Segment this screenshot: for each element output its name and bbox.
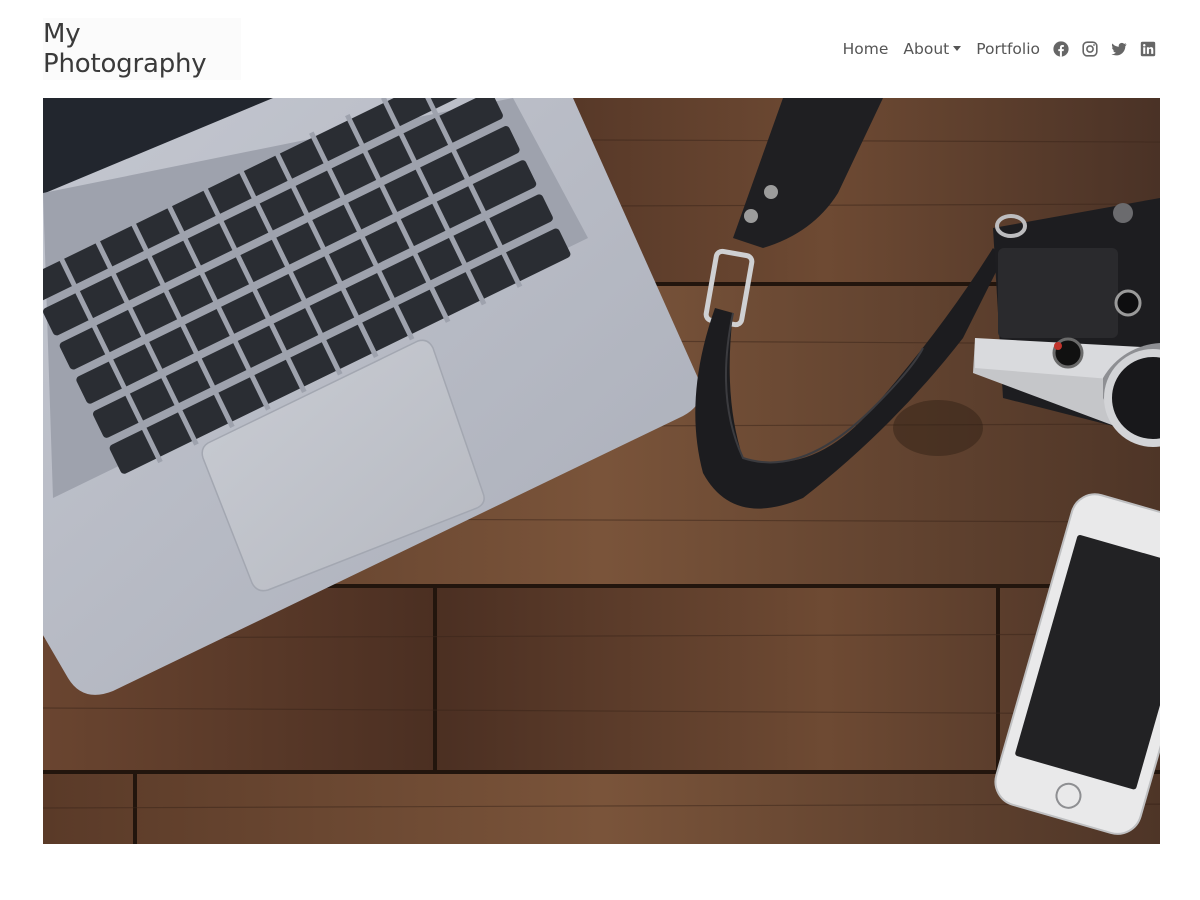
hero-photo-laptop-camera-phone bbox=[43, 98, 1160, 844]
nav-home-label: Home bbox=[842, 40, 889, 58]
hero-image bbox=[43, 98, 1160, 844]
instagram-link[interactable] bbox=[1082, 41, 1098, 57]
caret-down-icon bbox=[953, 46, 962, 51]
nav-home-link[interactable]: Home bbox=[843, 40, 889, 58]
facebook-link[interactable] bbox=[1053, 41, 1069, 57]
twitter-icon bbox=[1111, 42, 1127, 56]
twitter-link[interactable] bbox=[1111, 41, 1127, 57]
nav-about-dropdown[interactable]: About bbox=[903, 40, 962, 58]
instagram-icon bbox=[1082, 41, 1098, 57]
navbar: My Photography Home About Portfolio bbox=[0, 0, 1200, 98]
nav-portfolio-label: Portfolio bbox=[976, 40, 1040, 58]
main-nav: Home About Portfolio bbox=[843, 36, 1156, 62]
facebook-icon bbox=[1053, 41, 1069, 57]
linkedin-icon bbox=[1140, 41, 1156, 57]
linkedin-link[interactable] bbox=[1140, 41, 1156, 57]
nav-about-label: About bbox=[903, 40, 950, 58]
nav-portfolio-link[interactable]: Portfolio bbox=[976, 40, 1040, 58]
site-brand-logo[interactable]: My Photography bbox=[43, 18, 241, 80]
